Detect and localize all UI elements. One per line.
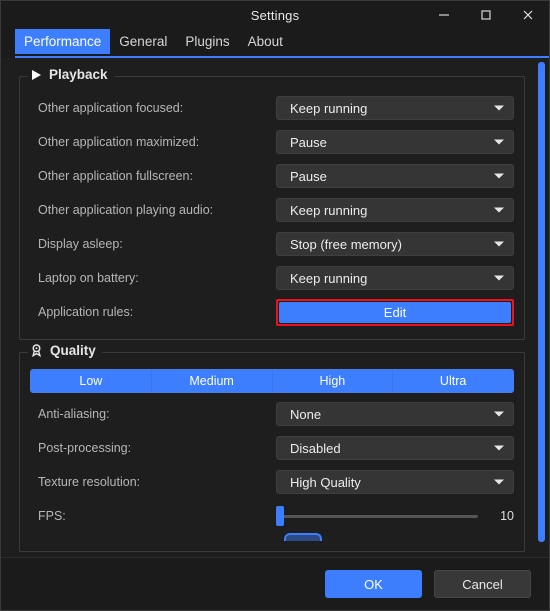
quality-preset-medium[interactable]: Medium xyxy=(151,370,273,392)
close-icon xyxy=(523,10,533,20)
edit-application-rules-button[interactable]: Edit xyxy=(279,301,511,323)
tab-general[interactable]: General xyxy=(110,29,176,54)
chevron-down-icon xyxy=(494,173,504,179)
tab-performance[interactable]: Performance xyxy=(15,29,111,54)
combo-value: None xyxy=(290,406,322,422)
play-triangle-icon xyxy=(30,69,42,81)
row-other-application-playing-audio: Other application playing audio: Keep ru… xyxy=(30,193,514,227)
quality-group: Quality Low Medium High Ultra Anti-alias… xyxy=(19,343,525,552)
quality-preset-ultra[interactable]: Ultra xyxy=(393,370,513,392)
row-texture-resolution: Texture resolution: High Quality xyxy=(30,465,514,499)
quality-preset-segmented-control: Low Medium High Ultra xyxy=(30,369,514,393)
quality-title-text: Quality xyxy=(50,343,96,358)
combo-other-application-maximized[interactable]: Pause xyxy=(276,130,514,154)
minimize-button[interactable] xyxy=(423,1,465,29)
combo-value: Keep running xyxy=(290,202,368,218)
row-anti-aliasing: Anti-aliasing: None xyxy=(30,397,514,431)
title-bar[interactable]: Settings xyxy=(1,1,549,29)
vertical-scrollbar[interactable] xyxy=(536,58,547,557)
label-fps: FPS: xyxy=(38,509,66,523)
fps-slider[interactable] xyxy=(276,506,478,526)
award-medal-icon xyxy=(30,344,43,357)
window-controls xyxy=(423,1,549,29)
chevron-down-icon xyxy=(494,411,504,417)
maximize-button[interactable] xyxy=(465,1,507,29)
row-other-application-fullscreen: Other application fullscreen: Pause xyxy=(30,159,514,193)
tab-bar: Performance General Plugins About xyxy=(1,29,549,58)
maximize-icon xyxy=(481,10,491,20)
label-texture-resolution: Texture resolution: xyxy=(38,475,141,489)
fps-value: 10 xyxy=(500,509,514,523)
chevron-down-icon xyxy=(494,207,504,213)
combo-value: High Quality xyxy=(290,474,361,490)
row-other-application-focused: Other application focused: Keep running xyxy=(30,91,514,125)
label-other-application-maximized: Other application maximized: xyxy=(38,135,200,149)
quality-group-title: Quality xyxy=(28,343,102,358)
combo-other-application-playing-audio[interactable]: Keep running xyxy=(276,198,514,222)
row-fps: FPS: 10 xyxy=(30,499,514,533)
label-application-rules: Application rules: xyxy=(38,305,134,319)
label-other-application-playing-audio: Other application playing audio: xyxy=(38,203,214,217)
cancel-button[interactable]: Cancel xyxy=(434,570,531,598)
chevron-down-icon xyxy=(494,241,504,247)
combo-value: Pause xyxy=(290,168,327,184)
combo-other-application-fullscreen[interactable]: Pause xyxy=(276,164,514,188)
playback-title-text: Playback xyxy=(49,67,108,82)
label-other-application-fullscreen: Other application fullscreen: xyxy=(38,169,193,183)
combo-value: Pause xyxy=(290,134,327,150)
clipped-control-below-fps[interactable] xyxy=(284,533,322,541)
label-display-asleep: Display asleep: xyxy=(38,237,123,251)
combo-anti-aliasing[interactable]: None xyxy=(276,402,514,426)
combo-value: Keep running xyxy=(290,270,368,286)
settings-content: Playback Other application focused: Keep… xyxy=(1,58,549,557)
label-laptop-on-battery: Laptop on battery: xyxy=(38,271,139,285)
row-application-rules: Application rules: Edit xyxy=(30,295,514,329)
playback-group-title: Playback xyxy=(28,67,114,82)
row-display-asleep: Display asleep: Stop (free memory) xyxy=(30,227,514,261)
row-other-application-maximized: Other application maximized: Pause xyxy=(30,125,514,159)
combo-value: Disabled xyxy=(290,440,341,456)
playback-group: Playback Other application focused: Keep… xyxy=(19,67,525,340)
row-post-processing: Post-processing: Disabled xyxy=(30,431,514,465)
close-button[interactable] xyxy=(507,1,549,29)
chevron-down-icon xyxy=(494,105,504,111)
chevron-down-icon xyxy=(494,479,504,485)
application-rules-highlight: Edit xyxy=(276,298,514,326)
label-other-application-focused: Other application focused: xyxy=(38,101,184,115)
ok-button[interactable]: OK xyxy=(325,570,422,598)
settings-window: Settings Performance General Plugins Abo… xyxy=(0,0,550,611)
chevron-down-icon xyxy=(494,275,504,281)
tab-plugins[interactable]: Plugins xyxy=(176,29,238,54)
row-laptop-on-battery: Laptop on battery: Keep running xyxy=(30,261,514,295)
label-post-processing: Post-processing: xyxy=(38,441,132,455)
combo-texture-resolution[interactable]: High Quality xyxy=(276,470,514,494)
combo-other-application-focused[interactable]: Keep running xyxy=(276,96,514,120)
dialog-footer: OK Cancel xyxy=(1,557,549,610)
quality-preset-low[interactable]: Low xyxy=(31,370,152,392)
tab-about[interactable]: About xyxy=(239,29,292,54)
combo-post-processing[interactable]: Disabled xyxy=(276,436,514,460)
minimize-icon xyxy=(439,14,449,16)
settings-scroll-area: Playback Other application focused: Keep… xyxy=(1,58,549,557)
fps-slider-handle[interactable] xyxy=(276,506,284,526)
combo-laptop-on-battery[interactable]: Keep running xyxy=(276,266,514,290)
vertical-scrollbar-thumb[interactable] xyxy=(538,62,545,542)
combo-display-asleep[interactable]: Stop (free memory) xyxy=(276,232,514,256)
fps-slider-track xyxy=(280,514,478,518)
chevron-down-icon xyxy=(494,139,504,145)
label-anti-aliasing: Anti-aliasing: xyxy=(38,407,110,421)
fps-slider-wrap: 10 xyxy=(276,504,514,528)
quality-preset-high[interactable]: High xyxy=(272,370,394,392)
combo-value: Stop (free memory) xyxy=(290,236,402,252)
combo-value: Keep running xyxy=(290,100,368,116)
chevron-down-icon xyxy=(494,445,504,451)
